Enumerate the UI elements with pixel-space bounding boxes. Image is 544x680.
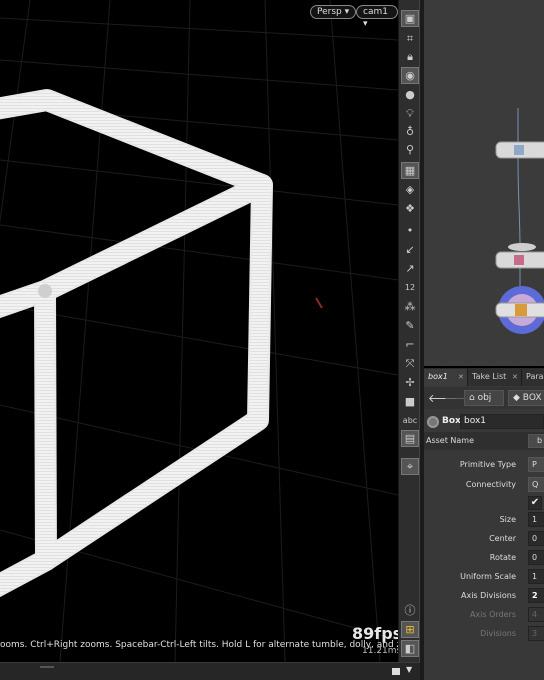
lock-icon[interactable]: 🔒︎ [401, 48, 419, 65]
display-icon[interactable]: ◉ [401, 67, 419, 84]
frame-icon[interactable]: ⌐ [401, 336, 419, 353]
close-icon[interactable]: ✕ [458, 373, 464, 381]
param-label: Uniform Scale [460, 572, 516, 581]
box-icon[interactable]: ■ [401, 393, 419, 410]
primitive-type-menu[interactable]: P [528, 457, 544, 472]
light-icon[interactable]: 💡︎ [401, 105, 419, 122]
param-label: Connectivity [465, 480, 516, 489]
connectivity-menu[interactable]: Q [528, 477, 544, 492]
camera-mode-label: Persp [317, 7, 342, 17]
viewport-footer: ▼ [0, 662, 420, 680]
param-label: Rotate [489, 553, 516, 562]
node-graph [424, 0, 544, 366]
asset-name-label: Asset Name [426, 436, 475, 445]
size-field[interactable]: 1 [528, 512, 544, 527]
axis-orders-field: 4 [528, 607, 544, 622]
chevron-down-icon[interactable]: ▼ [406, 665, 412, 674]
paint-icon[interactable]: ✎ [401, 317, 419, 334]
param-row-divisions: Divisions 3 [424, 625, 544, 643]
scene-viewport[interactable]: Persp ▾ cam1 ▾ ooms. Ctrl+Right zooms. S… [0, 0, 398, 662]
crumb-label: obj [477, 393, 492, 403]
param-row-center: Center 0 [424, 530, 544, 548]
snap-icon[interactable]: ⌗ [401, 30, 419, 47]
param-label: Size [499, 515, 516, 524]
handle-icon[interactable]: ✢ [401, 374, 419, 391]
info-icon[interactable]: ⓘ [401, 601, 419, 618]
template-icon[interactable]: ❖ [401, 200, 419, 217]
path-crumb-network[interactable]: ⌂ obj [464, 390, 504, 406]
node-name-field[interactable]: box1 [460, 414, 544, 429]
camera-icon[interactable]: ⚲ [401, 141, 419, 158]
path-crumb-node[interactable]: ◆ BOX [508, 390, 544, 406]
checkbox[interactable]: ✔ [528, 496, 542, 510]
vector-icon[interactable]: ↙ [401, 241, 419, 258]
axis-divisions-field[interactable]: 2 [528, 588, 544, 603]
tab-parameters[interactable]: Param [522, 369, 544, 386]
param-row-axis-divisions: Axis Divisions 2 [424, 587, 544, 605]
camera-select-menu[interactable]: cam1 ▾ [356, 5, 398, 29]
footer-marker [40, 666, 54, 668]
param-row-rotate: Rotate 0 [424, 549, 544, 567]
param-row-uniform-scale: Uniform Scale 1 [424, 568, 544, 586]
viewport-scene [0, 0, 398, 662]
fps-counter: 89fps [352, 624, 398, 643]
param-row-size: Size 1 [424, 511, 544, 529]
tab-label: box1 [428, 372, 448, 381]
param-label: Primitive Type [459, 460, 516, 469]
gear-icon[interactable] [427, 416, 439, 428]
normal-icon[interactable]: ↗ [401, 260, 419, 277]
path-bar: 🡐 🡒 ⌂ obj ◆ BOX [424, 387, 544, 409]
network-editor[interactable] [424, 0, 544, 366]
grid-icon[interactable]: ⊞ [401, 621, 419, 638]
divisions-field: 3 [528, 626, 544, 641]
param-label: Divisions [480, 629, 516, 638]
select-icon[interactable]: ▣ [401, 10, 419, 27]
transform-icon[interactable]: ⤧ [401, 355, 419, 372]
tab-label: Param [526, 372, 544, 381]
node-header: Box box1 [424, 413, 544, 431]
camera-name-label: cam1 [363, 7, 388, 17]
rotate-field[interactable]: 0 [528, 550, 544, 565]
param-row-axis-orders: Axis Orders 4 [424, 606, 544, 624]
text-label-icon[interactable]: abc [401, 412, 419, 429]
param-label: Center [489, 534, 516, 543]
particle-icon[interactable]: ⁂ [401, 298, 419, 315]
asset-name-button[interactable]: b [528, 434, 544, 448]
display-options-icon[interactable] [392, 668, 400, 675]
pane-tabs: box1 ✕ Take List ✕ Param [424, 368, 544, 386]
layout-icon[interactable]: ◧ [401, 640, 419, 657]
pin-icon[interactable]: ⌖ [401, 458, 419, 475]
param-label: Axis Divisions [460, 591, 516, 600]
light-2-icon[interactable]: ♁ [401, 123, 419, 140]
point-icon[interactable]: • [401, 222, 419, 239]
box-wireframe [0, 89, 273, 598]
param-row-primitive-type: Primitive Type P [424, 456, 544, 474]
node-type-label: Box [442, 416, 461, 426]
close-icon[interactable]: ✕ [512, 373, 518, 381]
parameter-pane: box1 ✕ Take List ✕ Param 🡐 🡒 ⌂ obj ◆ BOX… [424, 368, 544, 680]
uniform-scale-field[interactable]: 1 [528, 569, 544, 584]
ghost-icon[interactable]: ◈ [401, 181, 419, 198]
visualizer-icon[interactable]: ▦ [401, 162, 419, 179]
param-label: Axis Orders [469, 610, 516, 619]
param-row-connectivity: Connectivity Q [424, 476, 544, 494]
tab-label: Take List [472, 372, 507, 381]
viewport-icon[interactable]: ▤ [401, 430, 419, 447]
viewport-toolbar: ▣ ⌗ 🔒︎ ◉ ● 💡︎ ♁ ⚲ ▦ ◈ ❖ • ↙ ↗ 12 ⁂ ✎ ⌐ ⤧… [398, 0, 420, 662]
frame-time: 11.21ms [362, 646, 398, 656]
camera-mode-menu[interactable]: Persp ▾ [310, 5, 357, 19]
number-icon[interactable]: 12 [401, 279, 419, 296]
crumb-label: BOX [522, 393, 542, 403]
asset-name-row: Asset Name b [424, 432, 544, 450]
center-field[interactable]: 0 [528, 531, 544, 546]
shading-icon[interactable]: ● [401, 86, 419, 103]
viewport-hint-text: ooms. Ctrl+Right zooms. Spacebar-Ctrl-Le… [0, 640, 398, 650]
